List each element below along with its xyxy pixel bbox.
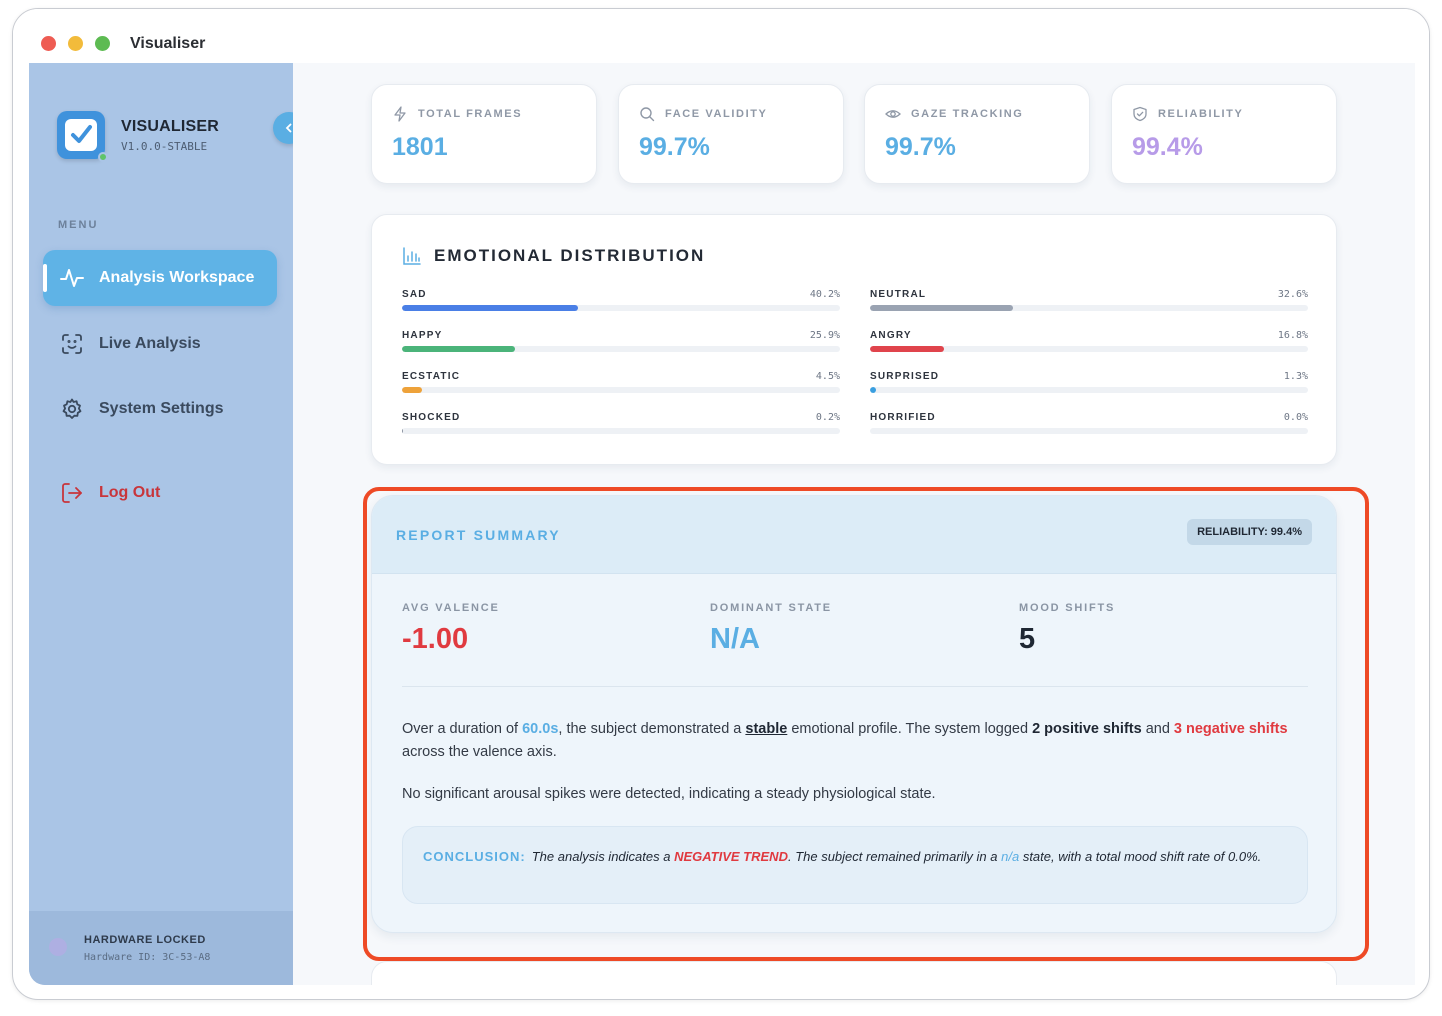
logout-icon bbox=[59, 480, 85, 506]
emotion-row-angry: ANGRY 16.8% bbox=[870, 330, 1308, 360]
emotion-bar-track bbox=[402, 305, 840, 311]
emotion-bar-fill bbox=[870, 305, 1013, 311]
emotion-bar-fill bbox=[402, 428, 404, 434]
stat-value: 1801 bbox=[392, 133, 448, 161]
logout-button[interactable]: Log Out bbox=[43, 465, 277, 521]
logout-label: Log Out bbox=[99, 484, 161, 501]
emotion-row-surprised: SURPRISED 1.3% bbox=[870, 371, 1308, 401]
emotion-bar-track bbox=[402, 387, 840, 393]
sidebar-item-system-settings[interactable]: System Settings bbox=[43, 381, 277, 437]
emotion-bar-track bbox=[870, 387, 1308, 393]
distribution-title: EMOTIONAL DISTRIBUTION bbox=[434, 246, 706, 265]
app-name: VISUALISER bbox=[121, 118, 220, 135]
face-scan-icon bbox=[59, 331, 85, 357]
stat-label: TOTAL FRAMES bbox=[418, 108, 523, 120]
online-status-dot bbox=[98, 152, 108, 162]
menu-label: MENU bbox=[58, 219, 99, 231]
stat-value: 99.7% bbox=[639, 133, 710, 161]
stat-label: GAZE TRACKING bbox=[911, 108, 1024, 120]
emotion-bar-fill bbox=[870, 387, 876, 393]
emotion-percentage: 0.0% bbox=[1283, 412, 1308, 423]
emotion-bar-track bbox=[402, 346, 840, 352]
next-card bbox=[371, 961, 1337, 985]
emotion-row-sad: SAD 40.2% bbox=[402, 289, 840, 319]
emotion-bar-fill bbox=[870, 346, 944, 352]
emotion-bar-fill bbox=[402, 346, 516, 352]
emotion-name: SURPRISED bbox=[870, 371, 940, 382]
emotion-percentage: 1.3% bbox=[1283, 371, 1308, 382]
emotion-bar-fill bbox=[402, 305, 579, 311]
search-icon bbox=[639, 106, 655, 122]
emotion-row-horrified: HORRIFIED 0.0% bbox=[870, 412, 1308, 442]
emotion-name: HAPPY bbox=[402, 330, 443, 341]
sidebar-item-label: Live Analysis bbox=[99, 335, 201, 352]
hardware-id: Hardware ID: 3C-53-A8 bbox=[84, 952, 211, 963]
emotion-row-shocked: SHOCKED 0.2% bbox=[402, 412, 840, 442]
emotional-distribution-card: EMOTIONAL DISTRIBUTION SAD 40.2% NEUTRAL 32… bbox=[371, 214, 1337, 465]
stat-value: 99.7% bbox=[885, 133, 956, 161]
stat-card-gaze-tracking: GAZE TRACKING 99.7% bbox=[864, 84, 1090, 184]
emotion-bar-track bbox=[870, 346, 1308, 352]
emotion-name: NEUTRAL bbox=[870, 289, 927, 300]
shield-check-icon bbox=[1132, 106, 1148, 122]
emotion-name: HORRIFIED bbox=[870, 412, 936, 423]
checkmark-icon bbox=[65, 119, 97, 151]
emotion-name: ECSTATIC bbox=[402, 371, 461, 382]
sidebar-footer: HARDWARE LOCKED Hardware ID: 3C-53-A8 bbox=[29, 911, 293, 985]
app-window: Visualiser VISUALISER V1.0.0-STABLE MENU… bbox=[12, 8, 1430, 1000]
sidebar-item-label: System Settings bbox=[99, 400, 224, 417]
main-content: TOTAL FRAMES 1801 FACE VALIDITY 99.7% GA… bbox=[293, 63, 1415, 985]
stat-label: FACE VALIDITY bbox=[665, 108, 768, 120]
lock-icon bbox=[49, 938, 67, 956]
minimize-window-button[interactable] bbox=[68, 36, 83, 51]
emotion-name: SHOCKED bbox=[402, 412, 461, 423]
sidebar-item-live-analysis[interactable]: Live Analysis bbox=[43, 316, 277, 372]
app-version: V1.0.0-STABLE bbox=[121, 140, 208, 153]
lightning-icon bbox=[392, 106, 408, 122]
close-window-button[interactable] bbox=[41, 36, 56, 51]
emotion-percentage: 25.9% bbox=[809, 330, 840, 341]
activity-icon bbox=[59, 265, 85, 291]
title-bar: Visualiser bbox=[13, 9, 1429, 65]
window-title: Visualiser bbox=[130, 35, 206, 52]
emotion-row-ecstatic: ECSTATIC 4.5% bbox=[402, 371, 840, 401]
sidebar-item-analysis-workspace[interactable]: Analysis Workspace bbox=[43, 250, 277, 306]
highlight-outline bbox=[363, 487, 1369, 961]
stat-label: RELIABILITY bbox=[1158, 108, 1244, 120]
emotion-bar-track bbox=[870, 305, 1308, 311]
stat-value: 99.4% bbox=[1132, 133, 1203, 161]
emotion-bar-track bbox=[870, 428, 1308, 434]
emotion-percentage: 32.6% bbox=[1277, 289, 1308, 300]
gear-icon bbox=[59, 396, 85, 422]
stat-card-face-validity: FACE VALIDITY 99.7% bbox=[618, 84, 844, 184]
sidebar: VISUALISER V1.0.0-STABLE MENU Analysis W… bbox=[29, 63, 305, 985]
bar-chart-icon bbox=[402, 246, 422, 266]
hardware-status: HARDWARE LOCKED bbox=[84, 934, 206, 946]
emotion-row-neutral: NEUTRAL 32.6% bbox=[870, 289, 1308, 319]
emotion-name: SAD bbox=[402, 289, 427, 300]
emotion-row-happy: HAPPY 25.9% bbox=[402, 330, 840, 360]
app-logo bbox=[57, 111, 108, 162]
stat-card-total-frames: TOTAL FRAMES 1801 bbox=[371, 84, 597, 184]
emotion-percentage: 0.2% bbox=[815, 412, 840, 423]
sidebar-item-label: Analysis Workspace bbox=[99, 269, 255, 286]
emotion-bar-fill bbox=[402, 387, 422, 393]
emotion-name: ANGRY bbox=[870, 330, 912, 341]
stat-card-reliability: RELIABILITY 99.4% bbox=[1111, 84, 1337, 184]
eye-icon bbox=[885, 106, 901, 122]
emotion-percentage: 16.8% bbox=[1277, 330, 1308, 341]
emotion-bar-track bbox=[402, 428, 840, 434]
emotion-percentage: 4.5% bbox=[815, 371, 840, 382]
emotion-percentage: 40.2% bbox=[809, 289, 840, 300]
maximize-window-button[interactable] bbox=[95, 36, 110, 51]
